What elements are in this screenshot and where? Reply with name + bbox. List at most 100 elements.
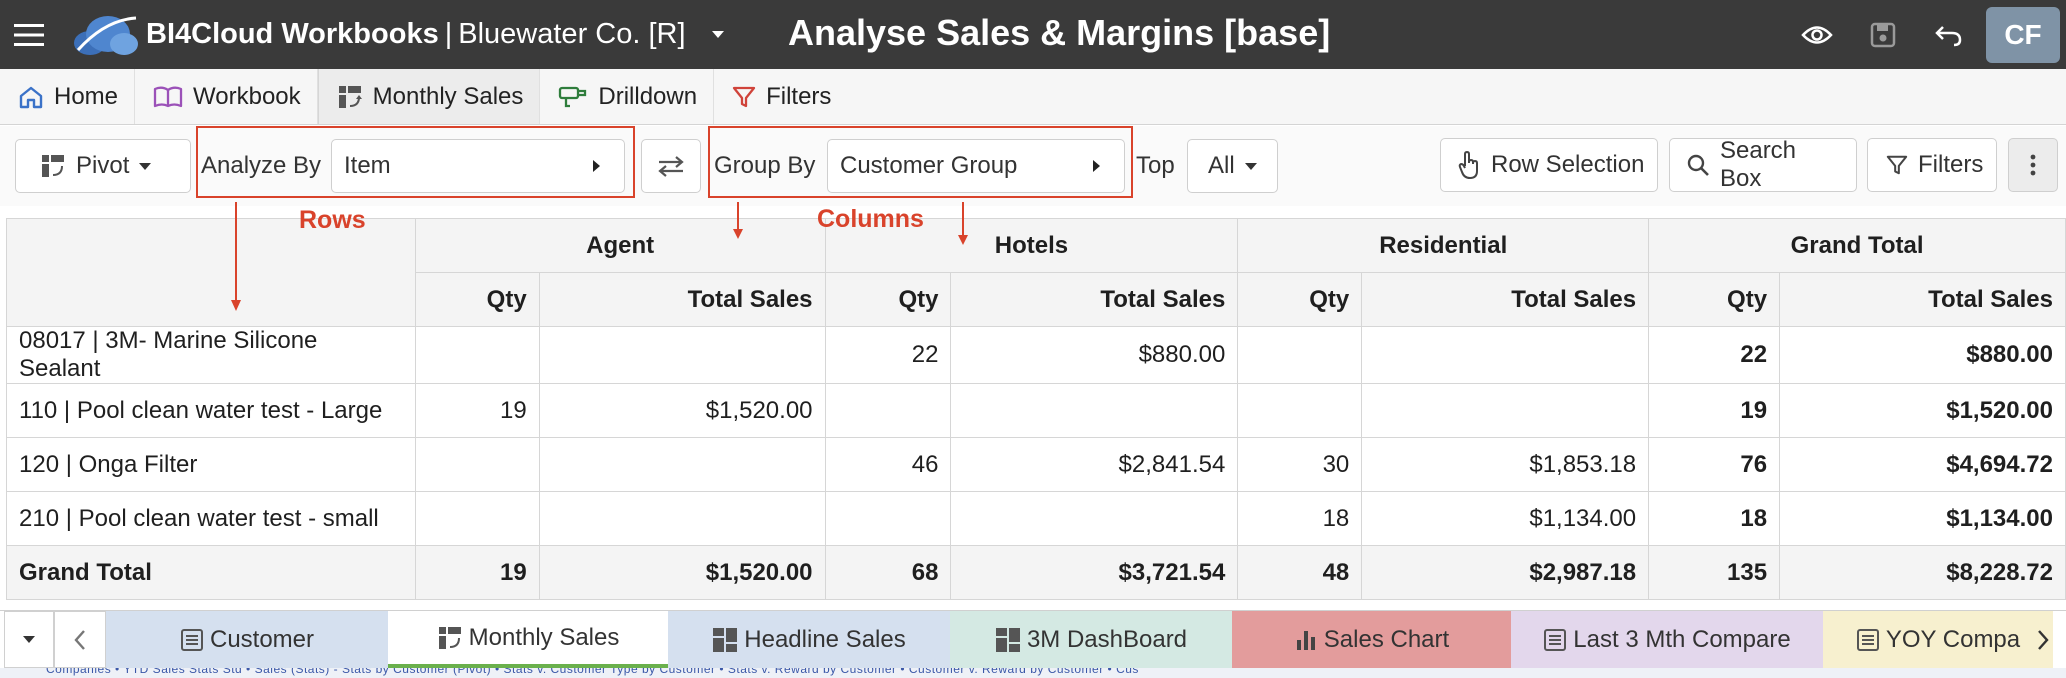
chevron-down-icon	[139, 162, 152, 170]
tab-filters-label: Filters	[766, 82, 832, 110]
avatar[interactable]: CF	[1986, 6, 2060, 63]
column-header-total-sales[interactable]: Total Sales	[1361, 272, 1650, 327]
sheet-tab-customer[interactable]: Customer	[106, 611, 388, 668]
qty-cell: 22	[824, 326, 952, 384]
total-sales-cell: $1,520.00	[538, 383, 826, 438]
tab-workbook-label: Workbook	[193, 82, 301, 110]
qty-cell: 19	[414, 383, 540, 438]
sheet-tab-yoy-compa[interactable]: YOY Compa	[1823, 611, 2053, 668]
group-by-select[interactable]: Customer Group	[827, 139, 1125, 193]
top-bar: BI4Cloud Workbooks | Bluewater Co. [R] Ana…	[0, 0, 2066, 69]
undo-icon[interactable]	[1916, 0, 1982, 69]
qty-cell	[414, 326, 540, 384]
save-icon[interactable]	[1850, 0, 1916, 69]
pointer-hand-icon	[1458, 150, 1478, 180]
footer-link-strip: Companies • YTD Sales Stats Std • Sales …	[0, 668, 2066, 678]
qty-cell: 19	[1648, 383, 1781, 438]
total-sales-cell	[538, 437, 826, 492]
page-title: Analyse Sales & Margins [base]	[788, 12, 1331, 53]
pivot-button[interactable]: Pivot	[15, 139, 191, 193]
table-row[interactable]: 08017 | 3M- Marine Silicone Sealant 22 $88…	[6, 326, 2066, 384]
analyze-by-select[interactable]: Item	[331, 139, 625, 193]
sheet-tab-label: 3M DashBoard	[1026, 625, 1188, 653]
total-sales-cell	[1361, 326, 1650, 384]
group-header-agent[interactable]: Agent	[414, 218, 826, 273]
chevron-down-icon	[1244, 162, 1257, 170]
total-sales-cell	[950, 383, 1239, 438]
group-by-label: Group By	[714, 152, 816, 179]
home-icon	[19, 86, 43, 108]
sheet-tab-sales-chart[interactable]: Sales Chart	[1232, 611, 1511, 668]
kebab-menu-icon	[2030, 154, 2036, 176]
tab-monthly-sales-label: Monthly Sales	[372, 82, 524, 110]
filters-button[interactable]: Filters	[1867, 138, 1997, 192]
group-header-residential[interactable]: Residential	[1237, 218, 1650, 273]
search-box-button[interactable]: Search Box	[1669, 137, 1857, 192]
sheet-tab-3m-dashboard[interactable]: 3M DashBoard	[950, 611, 1232, 668]
columns-annotation: Columns	[817, 205, 924, 233]
chevron-right-icon	[593, 160, 600, 172]
qty-cell	[824, 491, 952, 546]
tab-home[interactable]: Home	[0, 69, 136, 124]
top-select[interactable]: All	[1187, 139, 1278, 193]
chevron-right-icon	[1093, 160, 1100, 172]
total-sales-cell: $1,520.00	[1779, 383, 2066, 438]
row-label: 210 | Pool clean water test - small	[6, 491, 416, 546]
scroll-left-button[interactable]	[54, 611, 106, 668]
more-options-button[interactable]	[2008, 138, 2058, 192]
table-row[interactable]: 210 | Pool clean water test - small 18 $1,…	[6, 491, 2066, 546]
grand-total-row[interactable]: Grand Total 19 $1,520.00 68 $3,721.54 48 $2,98…	[6, 545, 2066, 600]
tab-filters[interactable]: Filters	[714, 69, 847, 124]
pivot-button-label: Pivot	[76, 152, 130, 179]
pivot-icon	[42, 155, 64, 177]
sheet-tab-headline-sales[interactable]: Headline Sales	[668, 611, 950, 668]
sheet-tab-label: Customer	[209, 625, 315, 653]
search-icon	[1687, 154, 1709, 176]
qty-cell: 18	[1648, 491, 1781, 546]
bar-chart-icon	[1294, 628, 1324, 652]
sheet-tab-label: YOY Compa	[1885, 625, 2021, 653]
total-sales-cell	[538, 491, 826, 546]
total-sales-cell: $1,520.00	[538, 545, 826, 600]
table-row[interactable]: 120 | Onga Filter 46 $2,841.54 30 $1,853.18 7…	[6, 437, 2066, 492]
brand-separator: |	[444, 18, 453, 50]
menu-icon[interactable]	[0, 0, 58, 69]
cloud-logo-icon	[74, 15, 138, 55]
sheet-tab-monthly-sales[interactable]: Monthly Sales	[388, 611, 668, 668]
qty-cell	[414, 437, 540, 492]
tab-drilldown[interactable]: Drilldown	[540, 69, 715, 124]
swap-axes-button[interactable]	[641, 139, 701, 193]
search-box-label: Search Box	[1719, 137, 1797, 192]
column-header-qty[interactable]: Qty	[824, 272, 952, 327]
filter-icon	[1886, 155, 1908, 175]
tab-monthly-sales[interactable]: Monthly Sales	[317, 69, 541, 124]
company-dropdown-icon[interactable]	[711, 25, 732, 45]
scroll-right-button[interactable]	[2020, 611, 2066, 669]
column-header-qty[interactable]: Qty	[1237, 272, 1363, 327]
column-header-qty[interactable]: Qty	[1648, 272, 1781, 327]
drilldown-icon	[559, 86, 587, 107]
tab-workbook[interactable]: Workbook	[135, 69, 318, 124]
column-header-total-sales[interactable]: Total Sales	[538, 272, 826, 327]
column-header-total-sales[interactable]: Total Sales	[1779, 272, 2066, 327]
eye-icon[interactable]	[1784, 0, 1850, 69]
table-row[interactable]: 110 | Pool clean water test - Large 19 $1,…	[6, 383, 2066, 438]
sheet-tab-bar: Customer Monthly Sales Headline Sales 3M Da…	[0, 610, 2066, 668]
total-sales-cell: $2,987.18	[1361, 545, 1650, 600]
group-by-value: Customer Group	[840, 152, 1018, 179]
brand-title[interactable]: BI4Cloud Workbooks | Bluewater Co. [R]	[146, 18, 686, 51]
tab-drilldown-label: Drilldown	[598, 82, 698, 110]
column-header-total-sales[interactable]: Total Sales	[950, 272, 1239, 327]
footer-links[interactable]: Companies • YTD Sales Stats Std • Sales …	[46, 668, 1139, 676]
book-icon	[153, 86, 183, 107]
column-header-qty[interactable]: Qty	[414, 272, 540, 327]
sheet-tab-last-3-mth-compare[interactable]: Last 3 Mth Compare	[1511, 611, 1823, 668]
total-sales-cell: $880.00	[1779, 326, 2066, 384]
row-selection-button[interactable]: Row Selection	[1440, 138, 1658, 192]
qty-cell: 19	[414, 545, 540, 600]
sheet-list-button[interactable]	[4, 611, 54, 668]
company-name: Bluewater Co. [R]	[458, 18, 686, 50]
group-header-grand-total[interactable]: Grand Total	[1648, 218, 2066, 273]
top-value: All	[1208, 152, 1235, 179]
grand-total-label: Grand Total	[6, 545, 416, 600]
